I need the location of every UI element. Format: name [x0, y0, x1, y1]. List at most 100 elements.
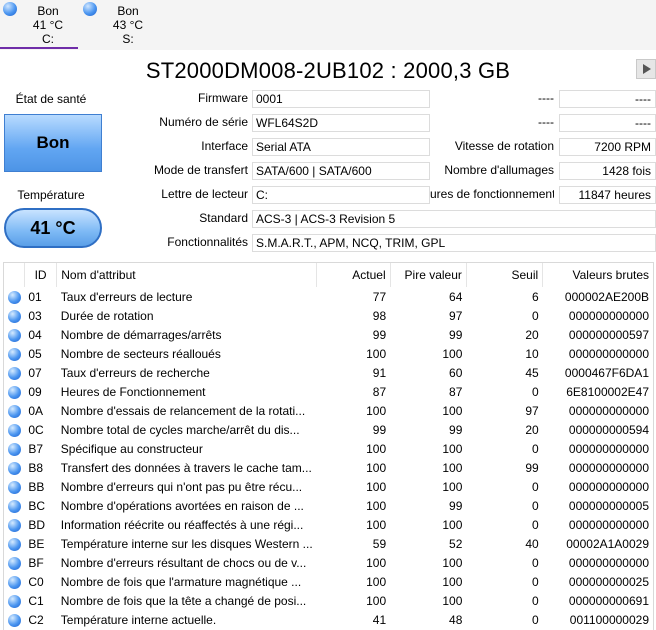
- attribute-current: 99: [372, 327, 387, 342]
- health-status-dot-icon: [7, 404, 21, 418]
- drive-tab-c[interactable]: Bon 41 °C C:: [0, 0, 78, 49]
- attribute-id: C2: [28, 612, 44, 627]
- threshold-column-header[interactable]: Seuil: [466, 263, 544, 287]
- power-hours-label: ures de fonctionnement: [430, 187, 554, 201]
- attribute-name: Température interne sur les disques West…: [60, 536, 313, 551]
- table-row[interactable]: 05 Nombre de secteurs réalloués 100 100 10 00…: [4, 344, 653, 363]
- health-status-button[interactable]: Bon: [4, 114, 102, 172]
- attribute-threshold: 97: [525, 403, 539, 418]
- table-row[interactable]: C0 Nombre de fois que l'armature magnétiq…: [4, 572, 653, 591]
- health-status-dot-icon: [7, 347, 21, 361]
- row-status-cell: [4, 382, 24, 401]
- features-label: Fonctionnalités: [167, 235, 248, 249]
- name-column-header[interactable]: Nom d'attribut: [56, 263, 318, 287]
- table-row[interactable]: 0C Nombre total de cycles marche/arrêt du…: [4, 420, 653, 439]
- row-status-cell: [4, 496, 24, 515]
- attribute-current: 77: [372, 289, 387, 304]
- drive-tab-s[interactable]: Bon 43 °C S:: [80, 0, 158, 48]
- drive-tab-status: Bon: [37, 4, 59, 18]
- health-status-dot-icon: [3, 2, 17, 16]
- row-status-cell: [4, 458, 24, 477]
- table-row[interactable]: B7 Spécifique au constructeur 100 100 0 00000…: [4, 439, 653, 458]
- attribute-name: Nombre d'opérations avortées en raison d…: [60, 498, 304, 513]
- attribute-current: 91: [372, 365, 387, 380]
- row-status-cell: [4, 401, 24, 420]
- row-status-cell: [4, 306, 24, 325]
- attribute-threshold: 0: [532, 517, 539, 532]
- temperature-button[interactable]: 41 °C: [4, 208, 102, 248]
- id-column-header[interactable]: ID: [24, 263, 58, 287]
- table-row[interactable]: BD Information réécrite ou réaffectés à u…: [4, 515, 653, 534]
- row-status-cell: [4, 534, 24, 553]
- table-row[interactable]: 09 Heures de Fonctionnement 87 87 0 6E8100002…: [4, 382, 653, 401]
- row-status-cell: [4, 553, 24, 572]
- temperature-label: Température: [17, 188, 85, 202]
- attribute-worst: 87: [449, 384, 463, 399]
- health-status-dot-icon: [83, 2, 97, 16]
- attribute-threshold: 0: [532, 498, 539, 513]
- raw-column-header[interactable]: Valeurs brutes: [543, 263, 653, 287]
- attribute-threshold: 0: [532, 479, 539, 494]
- attribute-worst: 100: [442, 517, 463, 532]
- next-disk-arrow-icon[interactable]: [636, 59, 656, 79]
- health-status-dot-icon: [7, 499, 21, 513]
- attribute-threshold: 6: [532, 289, 539, 304]
- table-row[interactable]: C2 Température interne actuelle. 41 48 0 0011…: [4, 610, 653, 629]
- rotation-label: Vitesse de rotation: [454, 139, 554, 153]
- transfer-mode-value: SATA/600 | SATA/600: [252, 162, 430, 180]
- table-row[interactable]: 03 Durée de rotation 98 97 0 000000000000: [4, 306, 653, 325]
- table-row[interactable]: 07 Taux d'erreurs de recherche 91 60 45 00004…: [4, 363, 653, 382]
- attribute-threshold: 0: [532, 574, 539, 589]
- attribute-current: 41: [372, 612, 387, 627]
- attribute-raw: 000000000000: [568, 403, 649, 418]
- serial-value: WFL64S2D: [252, 114, 430, 132]
- attribute-id: 09: [28, 384, 42, 399]
- attribute-threshold: 40: [525, 536, 539, 551]
- health-status-dot-icon: [7, 328, 21, 342]
- smart-attributes-table: ID Nom d'attribut Actuel Pire valeur Seu…: [3, 262, 654, 630]
- health-label: État de santé: [15, 92, 87, 106]
- attribute-threshold: 45: [525, 365, 539, 380]
- attribute-name: Nombre d'erreurs qui n'ont pas pu être r…: [60, 479, 303, 494]
- attribute-current: 87: [372, 384, 387, 399]
- attribute-worst: 52: [449, 536, 463, 551]
- attribute-threshold: 10: [525, 346, 539, 361]
- attribute-current: 98: [372, 308, 387, 323]
- table-row[interactable]: BF Nombre d'erreurs résultant de chocs ou…: [4, 553, 653, 572]
- health-status-dot-icon: [7, 613, 21, 627]
- attribute-current: 100: [366, 555, 387, 570]
- table-row[interactable]: 01 Taux d'erreurs de lecture 77 64 6 000002AE…: [4, 287, 653, 306]
- worst-column-header[interactable]: Pire valeur: [390, 263, 467, 287]
- right-value-2: ----: [559, 114, 656, 132]
- table-row[interactable]: C1 Nombre de fois que la tête a changé de…: [4, 591, 653, 610]
- attribute-id: 01: [28, 289, 42, 304]
- attribute-worst: 100: [442, 403, 463, 418]
- attribute-threshold: 0: [532, 555, 539, 570]
- status-column-header[interactable]: [4, 263, 25, 287]
- drive-tab-letter: C:: [42, 32, 54, 46]
- table-row[interactable]: BC Nombre d'opérations avortées en raison…: [4, 496, 653, 515]
- power-count-label: Nombre d'allumages: [444, 163, 554, 177]
- attribute-raw: 000000000000: [568, 308, 649, 323]
- table-row[interactable]: B8 Transfert des données à travers le cac…: [4, 458, 653, 477]
- attribute-name: Nombre de secteurs réalloués: [60, 346, 221, 361]
- health-status-dot-icon: [7, 423, 21, 437]
- table-row[interactable]: 0A Nombre d'essais de relancement de la r…: [4, 401, 653, 420]
- features-value: S.M.A.R.T., APM, NCQ, TRIM, GPL: [252, 234, 656, 252]
- attribute-name: Nombre total de cycles marche/arrêt du d…: [60, 422, 300, 437]
- row-status-cell: [4, 610, 24, 629]
- attribute-threshold: 99: [525, 460, 539, 475]
- table-row[interactable]: 04 Nombre de démarrages/arrêts 99 99 20 00000…: [4, 325, 653, 344]
- attribute-raw: 000000000000: [568, 460, 649, 475]
- attribute-raw: 000002AE200B: [564, 289, 649, 304]
- table-row[interactable]: BB Nombre d'erreurs qui n'ont pas pu être…: [4, 477, 653, 496]
- health-status-dot-icon: [7, 594, 21, 608]
- attribute-worst: 60: [449, 365, 463, 380]
- attribute-current: 59: [372, 536, 387, 551]
- attribute-name: Spécifique au constructeur: [60, 441, 203, 456]
- table-row[interactable]: BE Température interne sur les disques We…: [4, 534, 653, 553]
- attribute-name: Taux d'erreurs de lecture: [60, 289, 193, 304]
- current-column-header[interactable]: Actuel: [316, 263, 391, 287]
- attribute-worst: 99: [449, 422, 463, 437]
- serial-label: Numéro de série: [159, 115, 248, 129]
